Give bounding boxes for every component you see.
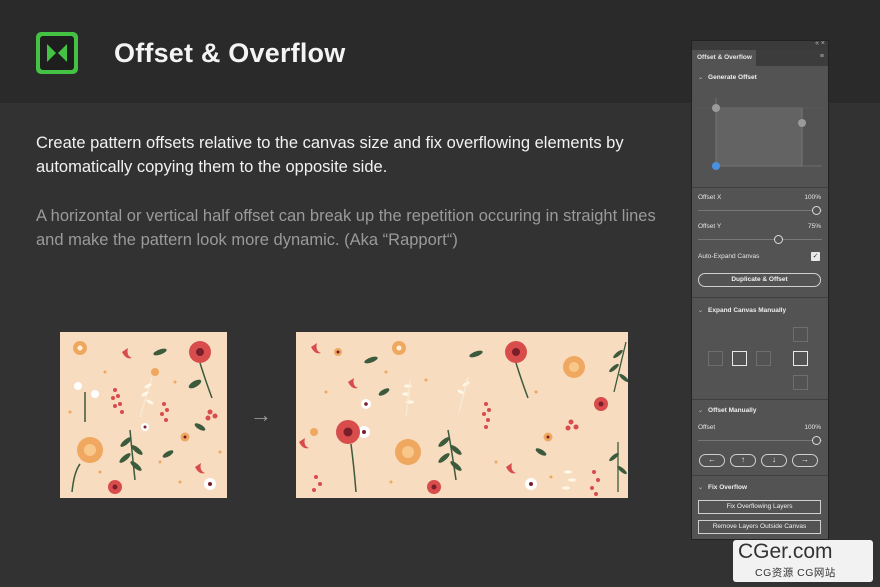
panel-tabbar: Offset & Overflow ≡ bbox=[692, 50, 828, 66]
description-secondary: A horizontal or vertical half offset can… bbox=[36, 207, 656, 249]
panel-collapse-close-controls[interactable]: « × bbox=[815, 40, 825, 47]
offset-y-label: Offset Y bbox=[698, 223, 722, 230]
duplicate-offset-button[interactable]: Duplicate & Offset bbox=[698, 273, 821, 287]
divider bbox=[692, 399, 828, 400]
offset-value[interactable]: 100% bbox=[804, 424, 821, 431]
chevron-down-icon: ⌄ bbox=[698, 408, 704, 414]
offset-y-slider-handle[interactable] bbox=[774, 235, 783, 244]
offset-x-value[interactable]: 100% bbox=[804, 194, 821, 201]
divider bbox=[692, 475, 828, 476]
arrow-right-icon: → bbox=[250, 402, 272, 427]
divider bbox=[692, 297, 828, 298]
expand-middle-cell[interactable] bbox=[793, 351, 808, 366]
offset-graph[interactable] bbox=[698, 93, 822, 189]
pattern-offset-image bbox=[296, 332, 628, 498]
remove-layers-outside-button[interactable]: Remove Layers Outside Canvas bbox=[698, 520, 821, 534]
offset-label: Offset bbox=[698, 424, 716, 431]
expand-left-cell[interactable] bbox=[708, 351, 723, 366]
offset-slider[interactable] bbox=[698, 440, 822, 441]
chevron-down-icon: ⌄ bbox=[698, 308, 704, 314]
divider bbox=[692, 187, 828, 188]
offset-x-slider[interactable] bbox=[698, 210, 822, 211]
section-offset-manually[interactable]: ⌄ Offset Manually bbox=[692, 407, 828, 414]
fix-overflowing-layers-button[interactable]: Fix Overflowing Layers bbox=[698, 500, 821, 514]
expand-right-cell[interactable] bbox=[756, 351, 771, 366]
offset-up-button[interactable]: ↑ bbox=[730, 454, 756, 467]
offset-down-button[interactable]: ↓ bbox=[761, 454, 787, 467]
pattern-original-image bbox=[60, 332, 227, 498]
offset-y-slider[interactable] bbox=[698, 239, 822, 240]
watermark-logo: CGer.com bbox=[738, 540, 833, 563]
description-primary: Create pattern offsets relative to the c… bbox=[36, 134, 624, 176]
chevron-down-icon: ⌄ bbox=[698, 485, 704, 491]
panel-menu-icon[interactable]: ≡ bbox=[820, 53, 824, 60]
tab-offset-overflow[interactable]: Offset & Overflow bbox=[692, 50, 756, 66]
section-heading: Fix Overflow bbox=[708, 484, 748, 491]
expand-top-cell[interactable] bbox=[793, 327, 808, 342]
watermark-badge: CGer.com CG资源 CG网站 bbox=[733, 540, 873, 582]
extension-logo-icon bbox=[36, 32, 78, 74]
offset-x-slider-handle[interactable] bbox=[812, 206, 821, 215]
auto-expand-label: Auto-Expand Canvas bbox=[698, 253, 760, 260]
offset-left-button[interactable]: ← bbox=[699, 454, 725, 467]
section-heading: Expand Canvas Manually bbox=[708, 307, 787, 314]
section-fix-overflow[interactable]: ⌄ Fix Overflow bbox=[692, 484, 828, 491]
section-generate-offset[interactable]: ⌄ Generate Offset bbox=[692, 74, 828, 81]
offset-right-button[interactable]: → bbox=[792, 454, 818, 467]
page-title: Offset & Overflow bbox=[114, 38, 346, 68]
expand-center-cell[interactable] bbox=[732, 351, 747, 366]
section-heading: Offset Manually bbox=[708, 407, 757, 414]
section-expand-canvas[interactable]: ⌄ Expand Canvas Manually bbox=[692, 307, 828, 314]
offset-y-value[interactable]: 75% bbox=[808, 223, 821, 230]
section-heading: Generate Offset bbox=[708, 74, 757, 81]
watermark-subtitle: CG资源 CG网站 bbox=[755, 567, 836, 579]
expand-bottom-cell[interactable] bbox=[793, 375, 808, 390]
panel-titlebar[interactable]: « × bbox=[692, 40, 828, 50]
offset-x-label: Offset X bbox=[698, 194, 722, 201]
auto-expand-checkbox[interactable]: ✓ bbox=[811, 252, 820, 261]
chevron-down-icon: ⌄ bbox=[698, 75, 704, 81]
offset-overflow-panel: « × Offset & Overflow ≡ ⌄ Generate Offset… bbox=[691, 40, 829, 540]
offset-slider-handle[interactable] bbox=[812, 436, 821, 445]
